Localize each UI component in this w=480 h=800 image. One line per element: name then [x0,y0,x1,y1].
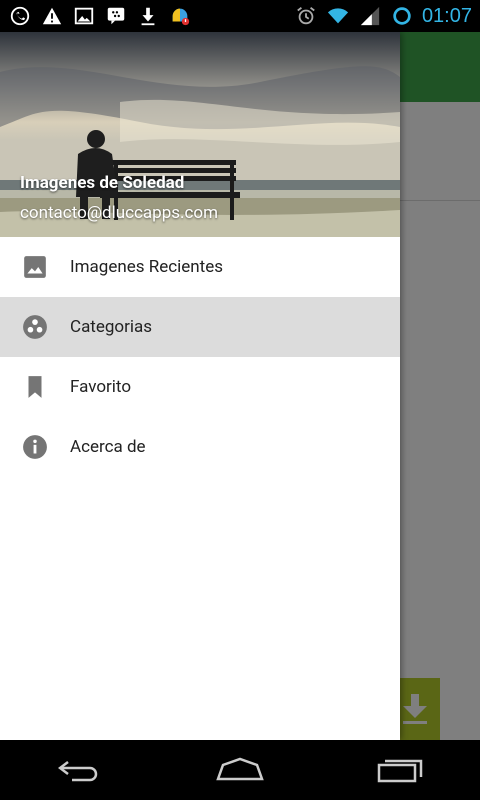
header-email: contacto@dluccapps.com [20,203,219,223]
menu-item-label: Acerca de [70,437,146,457]
back-button[interactable] [50,750,110,790]
image-icon [72,4,96,28]
menu-item-label: Favorito [70,377,132,397]
drawer-header: Imagenes de Soledad contacto@dluccapps.c… [0,32,400,237]
bbm-icon [104,4,128,28]
menu-item-label: Imagenes Recientes [70,257,224,277]
whatsapp-icon [8,4,32,28]
status-clock: 01:07 [421,4,472,27]
download-icon [136,4,160,28]
menu-item-categorias[interactable]: Categorias [0,297,400,357]
header-title: Imagenes de Soledad [20,173,185,193]
bookmark-icon [22,374,48,400]
menu-item-favorito[interactable]: Favorito [0,357,400,417]
home-button[interactable] [210,750,270,790]
navigation-bar [0,740,480,800]
wifi-icon [326,4,350,28]
recents-button[interactable] [370,750,430,790]
menu-item-acerca-de[interactable]: Acerca de [0,417,400,477]
image-icon [22,254,48,280]
warning-icon [40,4,64,28]
navigation-drawer: Imagenes de Soledad contacto@dluccapps.c… [0,32,400,740]
recents-icon [377,759,423,783]
menu-item-imagenes-recientes[interactable]: Imagenes Recientes [0,237,400,297]
home-icon [216,757,264,781]
menu-item-label: Categorias [70,317,153,337]
status-bar: 01:07 [0,0,480,32]
categories-icon [22,314,48,340]
signal-icon [358,4,382,28]
drawer-menu: Imagenes Recientes Categorias Favorito A… [0,237,400,477]
app-update-icon [168,4,192,28]
back-icon [58,761,98,782]
alarm-icon [294,4,318,28]
sync-icon [390,4,414,28]
info-icon [22,434,48,460]
